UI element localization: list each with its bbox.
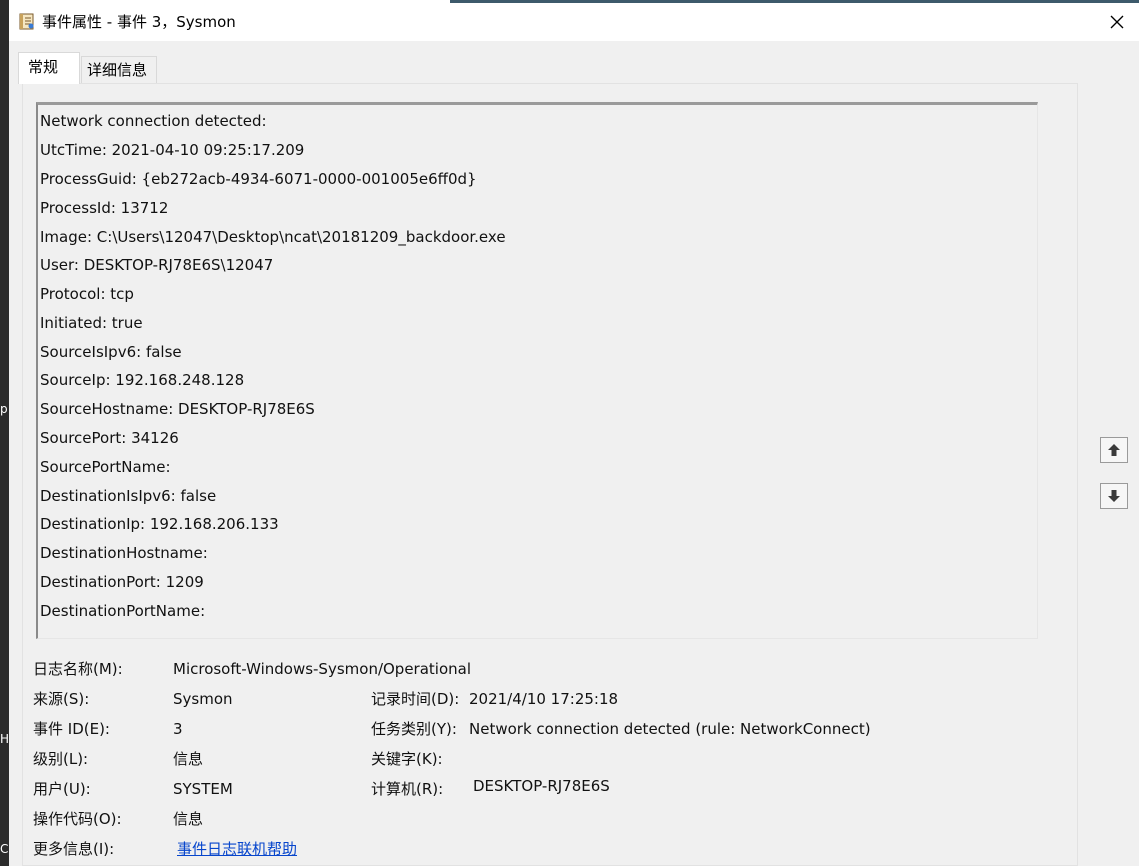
log-name-value[interactable]: Microsoft-Windows-Sysmon/Operational xyxy=(173,659,471,679)
computer-label: 计算机(R): xyxy=(371,780,444,798)
task-category-label: 任务类别(Y): xyxy=(371,720,457,738)
description-line: SourceIsIpv6: false xyxy=(40,343,182,361)
opcode-value[interactable]: 信息 xyxy=(173,809,203,829)
level-label: 级别(L): xyxy=(33,750,89,768)
description-line: SourcePort: 34126 xyxy=(40,429,179,447)
description-line: ProcessId: 13712 xyxy=(40,199,169,217)
window-title: 事件属性 - 事件 3，Sysmon xyxy=(42,13,236,31)
next-event-button[interactable] xyxy=(1100,483,1128,509)
description-line: Network connection detected: xyxy=(40,112,267,130)
user-label: 用户(U): xyxy=(33,780,91,798)
description-line: SourceHostname: DESKTOP-RJ78E6S xyxy=(40,400,315,418)
title-bar: 事件属性 - 事件 3，Sysmon xyxy=(9,3,1139,41)
task-category-value[interactable]: Network connection detected (rule: Netwo… xyxy=(469,719,871,739)
source-value[interactable]: Sysmon xyxy=(173,689,233,709)
online-help-link[interactable]: 事件日志联机帮助 xyxy=(177,839,297,859)
keywords-label: 关键字(K): xyxy=(371,750,443,768)
log-name-label: 日志名称(M): xyxy=(33,660,123,678)
computer-value[interactable]: DESKTOP-RJ78E6S xyxy=(473,776,610,796)
event-properties-window: 事件属性 - 事件 3，Sysmon 常规 详细信息 Network conne… xyxy=(9,3,1139,866)
description-line: Image: C:\Users\12047\Desktop\ncat\20181… xyxy=(40,228,506,246)
tab-details[interactable]: 详细信息 xyxy=(81,56,157,83)
background-text-fragment: p xyxy=(0,402,8,416)
description-line: UtcTime: 2021-04-10 09:25:17.209 xyxy=(40,141,305,159)
close-icon xyxy=(1110,15,1124,29)
tab-general[interactable]: 常规 xyxy=(18,52,80,84)
level-value[interactable]: 信息 xyxy=(173,749,203,769)
description-line: DestinationHostname: xyxy=(40,544,208,562)
description-line: SourcePortName: xyxy=(40,458,171,476)
description-line: DestinationPortName: xyxy=(40,602,206,620)
event-description-box[interactable]: Network connection detected: UtcTime: 20… xyxy=(36,102,1038,639)
previous-event-button[interactable] xyxy=(1100,437,1128,463)
description-line: DestinationIp: 192.168.206.133 xyxy=(40,515,279,533)
close-button[interactable] xyxy=(1095,3,1139,41)
event-properties-icon xyxy=(19,13,35,30)
description-line: Initiated: true xyxy=(40,314,143,332)
background-text-fragment: H xyxy=(0,732,9,746)
logged-value[interactable]: 2021/4/10 17:25:18 xyxy=(469,689,618,709)
user-value[interactable]: SYSTEM xyxy=(173,779,233,799)
arrow-up-icon xyxy=(1108,444,1120,456)
description-line: Protocol: tcp xyxy=(40,285,134,303)
description-line: User: DESKTOP-RJ78E6S\12047 xyxy=(40,256,274,274)
more-info-label: 更多信息(I): xyxy=(33,840,115,858)
event-id-value[interactable]: 3 xyxy=(173,719,183,739)
logged-label: 记录时间(D): xyxy=(371,690,460,708)
description-line: ProcessGuid: {eb272acb-4934-6071-0000-00… xyxy=(40,170,477,188)
arrow-down-icon xyxy=(1108,490,1120,502)
description-line: DestinationPort: 1209 xyxy=(40,573,204,591)
source-label: 来源(S): xyxy=(33,690,90,708)
description-line: SourceIp: 192.168.248.128 xyxy=(40,371,245,389)
event-id-label: 事件 ID(E): xyxy=(33,720,110,738)
background-text-fragment: C xyxy=(0,842,9,856)
opcode-label: 操作代码(O): xyxy=(33,810,122,828)
description-line: DestinationIsIpv6: false xyxy=(40,487,217,505)
